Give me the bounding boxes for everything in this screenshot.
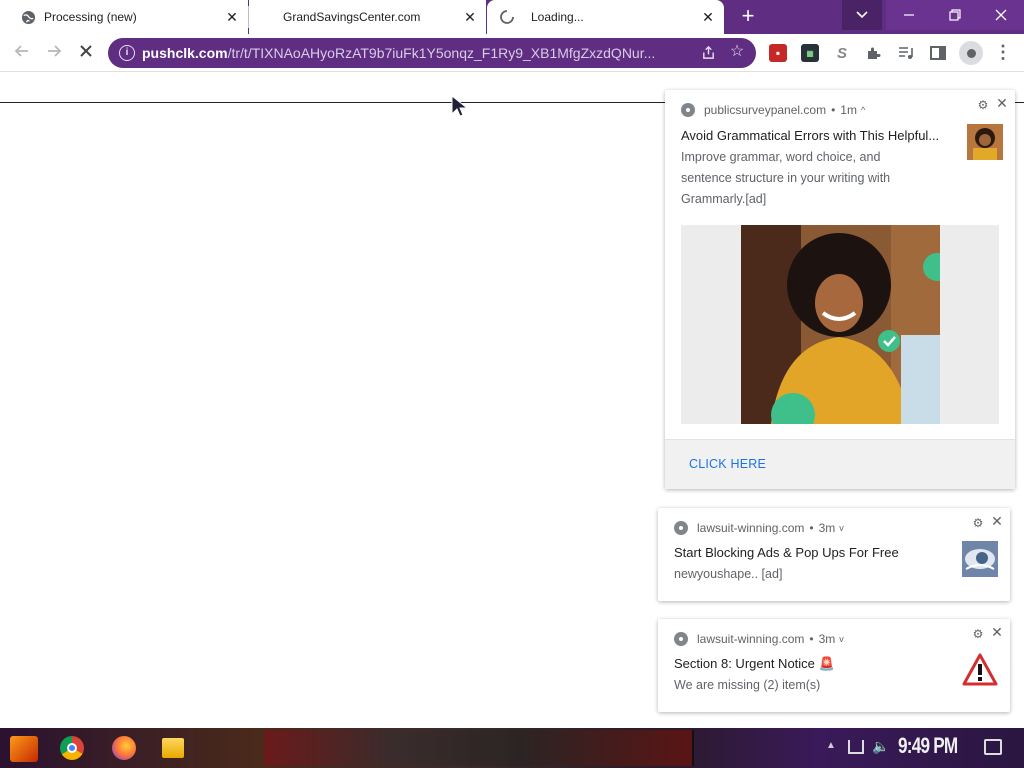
tab-title: Loading... [531, 10, 584, 24]
notification-body: We are missing (2) item(s) [674, 678, 821, 692]
tab-search-button[interactable] [842, 0, 882, 30]
address-bar[interactable]: i pushclk.com/tr/t/TIXNAoAHyoRzAT9b7iuFk… [108, 38, 756, 68]
close-icon[interactable]: ✕ [994, 95, 1010, 111]
arrow-left-icon [14, 45, 28, 57]
site-info-icon[interactable]: i [119, 45, 135, 61]
mouse-cursor-icon [451, 94, 469, 117]
more-menu-icon[interactable]: ⋮ [994, 42, 1012, 64]
close-window-button[interactable] [978, 0, 1024, 30]
notification-footer: CLICK HERE [665, 439, 1015, 489]
bookmark-star-icon[interactable]: ☆ [728, 43, 746, 61]
chrome-icon [681, 103, 695, 117]
tab-title: Processing (new) [44, 10, 137, 24]
file-explorer-icon[interactable] [162, 738, 184, 758]
notification-title: Avoid Grammatical Errors with This Helpf… [681, 128, 940, 143]
taskbar-active-window[interactable] [264, 730, 694, 766]
volume-icon[interactable]: 🔈 [872, 738, 889, 755]
notification-source: lawsuit-winning.com • 3m v [674, 632, 844, 646]
forward-button[interactable] [43, 42, 65, 64]
tab-processing[interactable]: Processing (new) ✕ [0, 0, 248, 34]
chevron-up-icon: ^ [860, 105, 866, 115]
loading-spinner-icon [499, 9, 515, 25]
red-extension-icon[interactable]: ▪ [769, 44, 787, 62]
gear-icon[interactable]: ⚙ [976, 98, 990, 112]
warning-icon [962, 653, 998, 686]
close-icon[interactable]: ✕ [989, 624, 1005, 640]
url-text[interactable]: pushclk.com/tr/t/TIXNAoAHyoRzAT9b7iuFk1Y… [142, 45, 682, 61]
side-panel-icon[interactable] [929, 44, 947, 62]
arrow-right-icon [48, 45, 62, 57]
share-icon[interactable] [700, 45, 716, 61]
gear-icon[interactable]: ⚙ [971, 516, 985, 530]
taskbar: ▲ 🔈 9:49 PM [0, 728, 1024, 768]
tab-loading[interactable]: Loading... ✕ [487, 0, 724, 34]
notification-hero-image [681, 225, 999, 424]
close-icon [80, 45, 92, 57]
dark-extension-icon[interactable]: ▦ [801, 44, 819, 62]
back-button[interactable] [11, 42, 33, 64]
notification-body: newyoushape.. [ad] [674, 567, 783, 581]
chevron-down-icon [856, 11, 868, 19]
stop-loading-button[interactable] [75, 42, 97, 64]
notification-card[interactable]: lawsuit-winning.com • 3m v ⚙ ✕ Section 8… [658, 619, 1010, 712]
globe-icon [20, 9, 36, 25]
gear-icon[interactable]: ⚙ [971, 627, 985, 641]
chevron-down-icon: v [839, 523, 844, 533]
tab-close-icon[interactable]: ✕ [700, 9, 716, 25]
browser-toolbar: i pushclk.com/tr/t/TIXNAoAHyoRzAT9b7iuFk… [0, 34, 1024, 72]
notification-source: publicsurveypanel.com • 1m ^ [681, 103, 865, 117]
notification-title: Section 8: Urgent Notice 🚨 [674, 656, 835, 671]
thumbnail-image [967, 124, 1003, 160]
puzzle-icon[interactable] [865, 44, 883, 62]
firefox-taskbar-icon[interactable] [112, 736, 136, 760]
notification-card[interactable]: publicsurveypanel.com • 1m ^ ⚙ ✕ Avoid G… [665, 90, 1015, 489]
chrome-icon [674, 521, 688, 535]
media-control-icon[interactable] [897, 44, 915, 62]
minimize-button[interactable] [886, 0, 932, 30]
tab-title: GrandSavingsCenter.com [283, 10, 421, 24]
s-extension-icon[interactable]: S [833, 44, 851, 62]
url-path: /tr/t/TIXNAoAHyoRzAT9b7iuFk1Y5onqz_F1Ry9… [227, 45, 656, 61]
url-domain: pushclk.com [142, 45, 228, 61]
new-tab-button[interactable]: + [736, 5, 760, 29]
network-icon[interactable] [848, 740, 864, 754]
notification-body: Improve grammar, word choice, and senten… [681, 150, 891, 206]
chrome-taskbar-icon[interactable] [60, 736, 84, 760]
profile-avatar[interactable] [959, 41, 983, 65]
chevron-down-icon: v [839, 634, 844, 644]
click-here-button[interactable]: CLICK HERE [689, 457, 766, 471]
tab-close-icon[interactable]: ✕ [224, 9, 240, 25]
notification-title: Start Blocking Ads & Pop Ups For Free [674, 545, 899, 560]
tab-grandsavings[interactable]: GrandSavingsCenter.com ✕ [249, 0, 486, 34]
notification-card[interactable]: lawsuit-winning.com • 3m v ⚙ ✕ Start Blo… [658, 508, 1010, 601]
thumbnail-image [962, 541, 998, 577]
tray-expand-icon[interactable]: ▲ [826, 740, 836, 751]
taskbar-clock[interactable]: 9:49 PM [898, 733, 958, 759]
tab-strip: Processing (new) ✕ GrandSavingsCenter.co… [0, 0, 1024, 34]
action-center-icon[interactable] [984, 739, 1002, 755]
close-icon[interactable]: ✕ [989, 513, 1005, 529]
restore-button[interactable] [932, 0, 978, 30]
notification-source: lawsuit-winning.com • 3m v [674, 521, 844, 535]
start-button[interactable] [10, 736, 38, 762]
tab-close-icon[interactable]: ✕ [462, 9, 478, 25]
chrome-icon [674, 632, 688, 646]
